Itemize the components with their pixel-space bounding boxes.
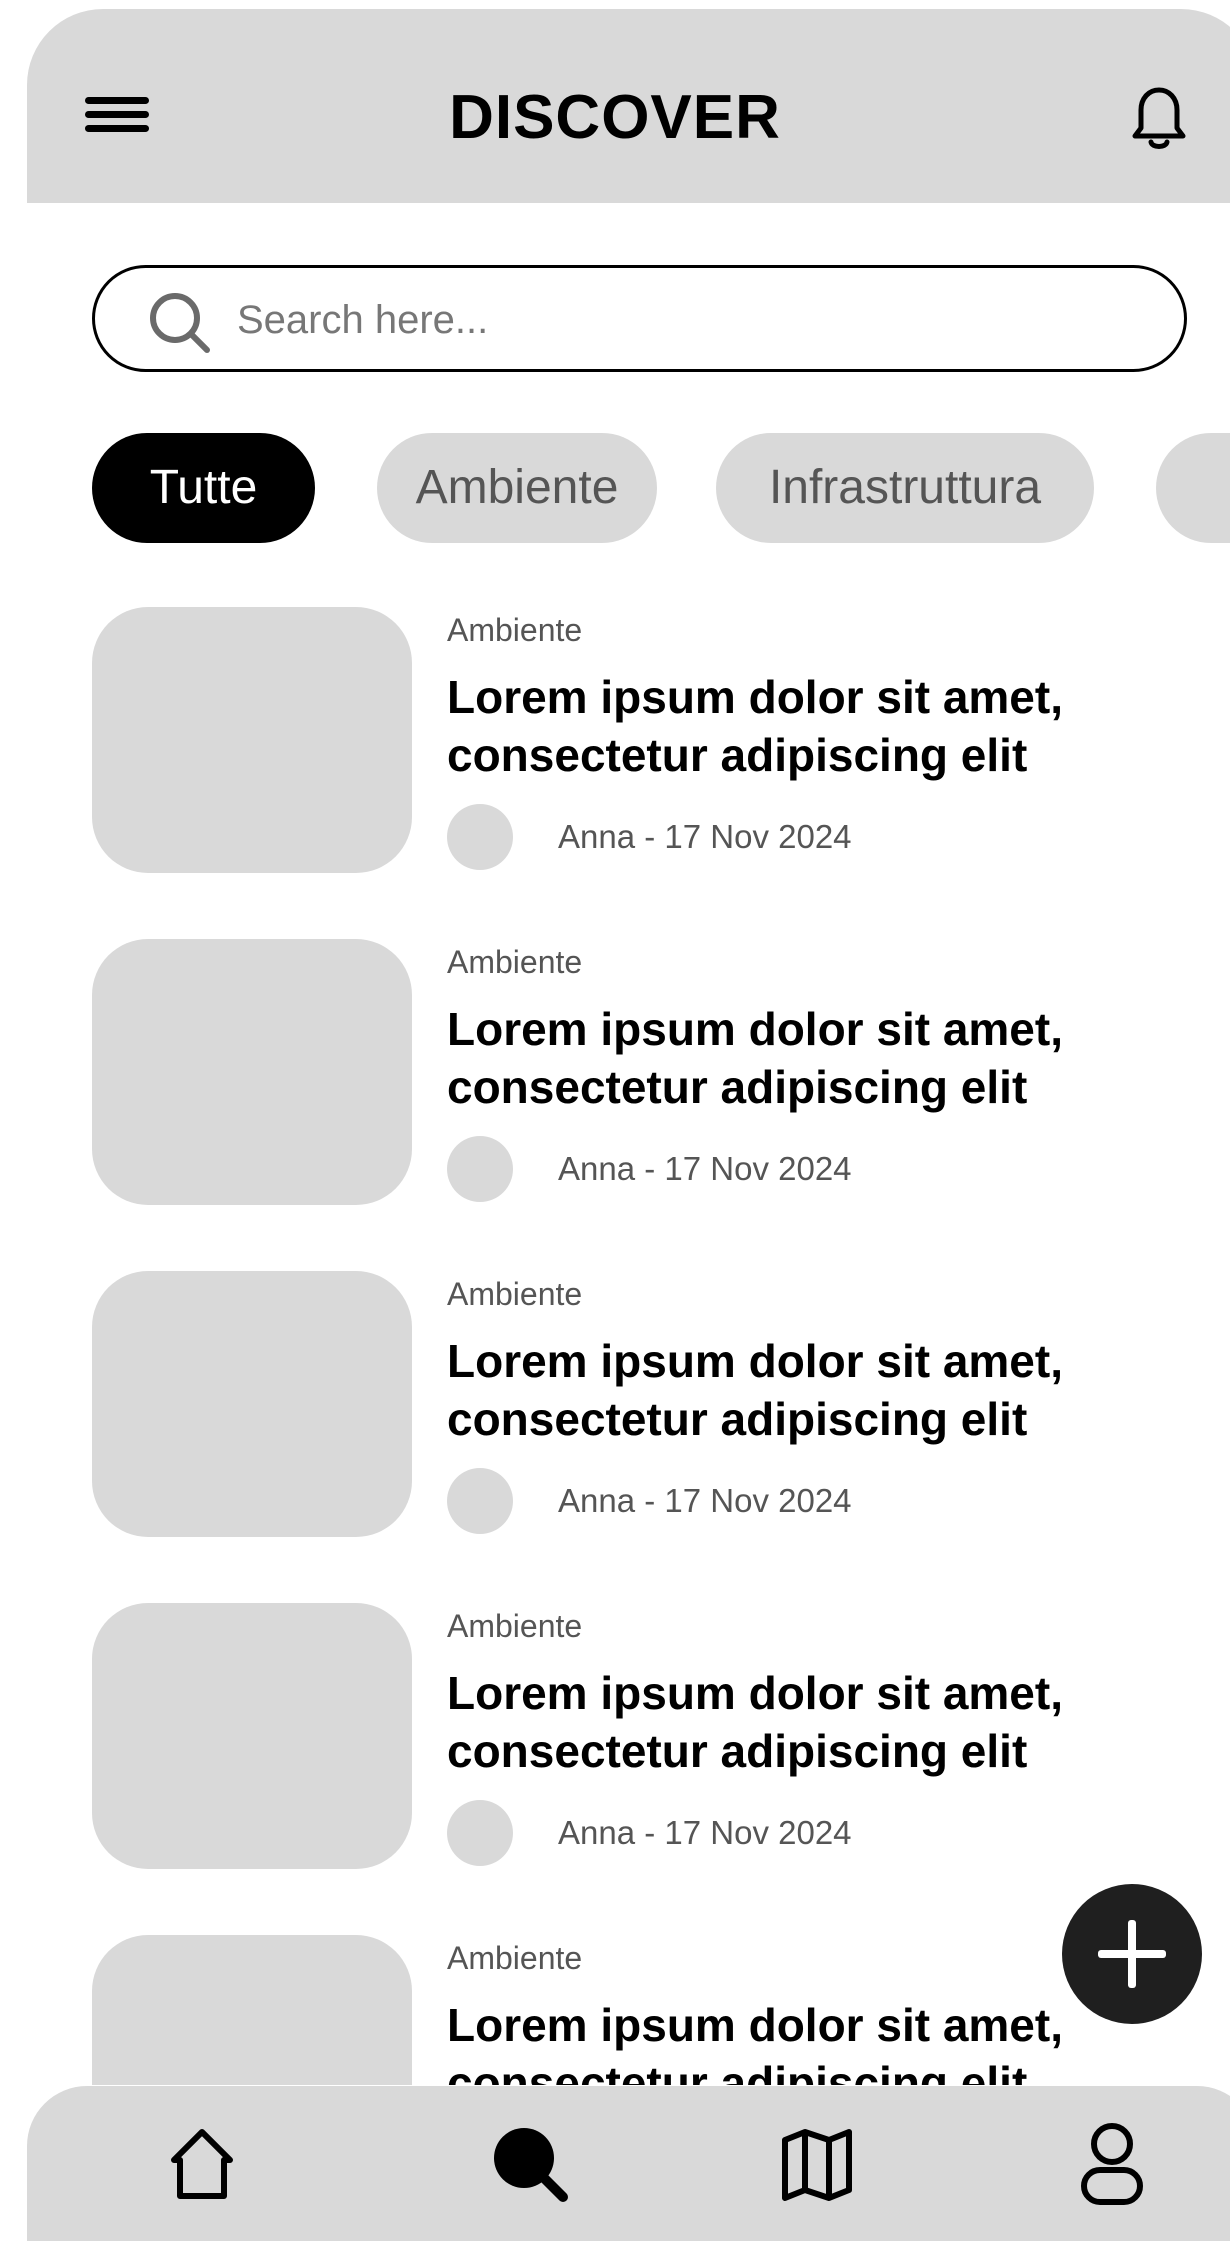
category-filter-bar: Tutte Ambiente Infrastruttura [0,433,1230,543]
article-card[interactable]: Ambiente Lorem ipsum dolor sit amet, con… [0,1596,1230,1896]
article-thumbnail [92,939,412,1205]
article-title: Lorem ipsum dolor sit amet, consectetur … [447,1667,1063,1777]
add-button[interactable] [1062,1884,1202,2024]
article-thumbnail [92,607,412,873]
article-category: Ambiente [447,1940,583,1976]
search-icon [150,293,210,353]
article-list: Ambiente Lorem ipsum dolor sit amet, con… [0,600,1230,2085]
filter-chip-infrastruttura[interactable]: Infrastruttura [716,433,1094,543]
article-meta: Anna - 17 Nov 2024 [558,1814,852,1851]
article-meta: Anna - 17 Nov 2024 [558,1482,852,1519]
filter-chip-more[interactable] [1156,433,1230,543]
page-title: DISCOVER [449,83,781,152]
article-title: Lorem ipsum dolor sit amet, consectetur … [447,1335,1063,1445]
bottom-navigation [27,2086,1230,2241]
article-title: Lorem ipsum dolor sit amet, consectetur … [447,671,1063,781]
author-avatar [447,804,513,870]
article-card[interactable]: Ambiente Lorem ipsum dolor sit amet, con… [0,932,1230,1232]
article-thumbnail [92,1271,412,1537]
author-avatar [447,1468,513,1534]
search-nav-icon[interactable] [479,2114,579,2214]
bell-icon[interactable] [1119,78,1199,158]
article-category: Ambiente [447,1608,583,1644]
author-avatar [447,1136,513,1202]
user-icon[interactable] [1062,2114,1162,2214]
author-avatar [447,1800,513,1866]
filter-chip-ambiente[interactable]: Ambiente [377,433,657,543]
search-input[interactable] [237,288,1137,352]
map-icon[interactable] [767,2114,867,2214]
article-meta: Anna - 17 Nov 2024 [558,818,852,855]
article-category: Ambiente [447,612,583,648]
article-category: Ambiente [447,944,583,980]
article-category: Ambiente [447,1276,583,1312]
article-thumbnail [92,1603,412,1869]
filter-chip-tutte[interactable]: Tutte [92,433,315,543]
search-bar[interactable] [92,265,1187,372]
article-thumbnail [92,1935,412,2085]
article-meta: Anna - 17 Nov 2024 [558,1150,852,1187]
article-card[interactable]: Ambiente Lorem ipsum dolor sit amet, con… [0,600,1230,900]
article-card[interactable]: Ambiente Lorem ipsum dolor sit amet, con… [0,1928,1230,2085]
home-icon[interactable] [152,2114,252,2214]
article-title: Lorem ipsum dolor sit amet, consectetur … [447,1003,1063,1113]
article-card[interactable]: Ambiente Lorem ipsum dolor sit amet, con… [0,1264,1230,1564]
